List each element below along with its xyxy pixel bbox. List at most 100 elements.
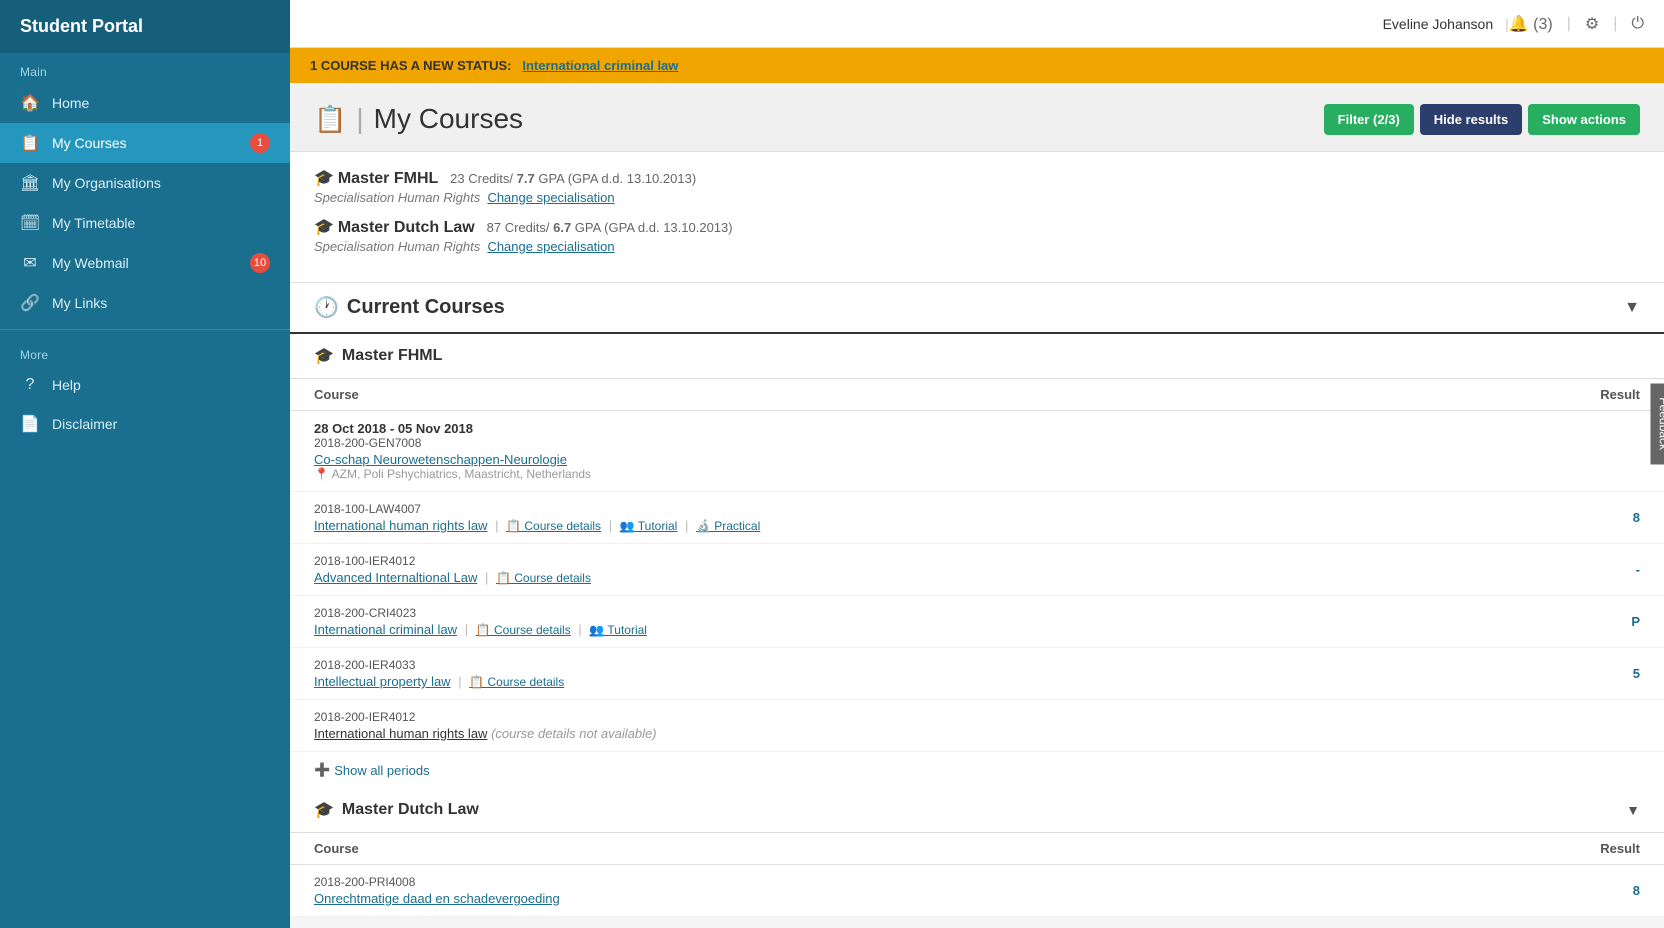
hide-results-button[interactable]: Hide results <box>1420 104 1522 135</box>
course-code: 2018-200-CRI4023 <box>314 606 1433 620</box>
more-section-label: More <box>0 336 290 366</box>
location-text: 📍 AZM, Poli Pshychiatrics, Maastricht, N… <box>314 467 1433 481</box>
course-col-header: Course <box>290 833 1348 865</box>
tutorial-link[interactable]: 👥 Tutorial <box>589 623 647 637</box>
result-cell: P <box>1457 596 1664 648</box>
app-title: Student Portal <box>0 0 290 53</box>
grad-icon-dutch: 🎓 <box>314 800 334 820</box>
course-details-link[interactable]: 📋 Course details <box>496 571 591 585</box>
sidebar-item-my-timetable[interactable]: 🗓 My Timetable <box>0 203 290 243</box>
sidebar-item-my-organisations[interactable]: 🏛 My Organisations <box>0 163 290 203</box>
result-col-header: Result <box>1457 379 1664 411</box>
webmail-badge: 10 <box>250 253 270 273</box>
sidebar-item-disclaimer[interactable]: 📄 Disclaimer <box>0 404 290 444</box>
not-available-note: (course details not available) <box>491 726 656 741</box>
course-cell: 2018-200-CRI4023 International criminal … <box>290 596 1457 648</box>
notification-link[interactable]: International criminal law <box>522 58 678 73</box>
topbar-actions: 🔔 (3) | ⚙ | ⏻ <box>1509 14 1644 34</box>
course-details-link[interactable]: 📋 Course details <box>476 623 571 637</box>
content-area: 📋 | My Courses Filter (2/3) Hide results… <box>290 83 1664 928</box>
master-dutch-law-name: Master Dutch Law <box>338 219 475 236</box>
dutch-change-specialisation[interactable]: Change specialisation <box>487 239 614 254</box>
tutorial-link[interactable]: 👥 Tutorial <box>620 519 678 533</box>
sidebar-item-label: My Webmail <box>52 255 250 271</box>
master-dutch-law-title: 🎓 Master Dutch Law <box>314 800 479 820</box>
page-title-text: My Courses <box>374 103 523 135</box>
current-courses-section-header: 🕐 Current Courses ▼ <box>290 283 1664 334</box>
result-cell <box>1457 700 1664 752</box>
table-row: 2018-200-IER4033 Intellectual property l… <box>290 648 1664 700</box>
plus-icon: ➕ <box>314 762 330 778</box>
toolbar-buttons: Filter (2/3) Hide results Show actions <box>1324 104 1640 135</box>
organisations-icon: 🏛 <box>20 173 40 193</box>
course-code: 2018-200-IER4033 <box>314 658 1433 672</box>
filter-button[interactable]: Filter (2/3) <box>1324 104 1414 135</box>
webmail-icon: ✉ <box>20 253 40 273</box>
sidebar-item-label: My Courses <box>52 135 250 151</box>
date-range: 28 Oct 2018 - 05 Nov 2018 <box>314 421 1433 436</box>
notification-prefix: 1 COURSE HAS A NEW STATUS: <box>310 58 512 73</box>
fhml-course-table: Course Result 28 Oct 2018 - 05 Nov 2018 … <box>290 379 1664 752</box>
graduation-icon-dutch: 🎓 <box>314 219 334 236</box>
master-dutch-law-header: 🎓 Master Dutch Law ▼ <box>290 788 1664 833</box>
sidebar-item-label: Disclaimer <box>52 416 270 432</box>
master-fmhl-name: Master FMHL <box>338 170 438 187</box>
sidebar-item-home[interactable]: 🏠 Home <box>0 83 290 123</box>
disclaimer-icon: 📄 <box>20 414 40 434</box>
topbar: Eveline Johanson | 🔔 (3) | ⚙ | ⏻ <box>290 0 1664 48</box>
settings-icon[interactable]: ⚙ <box>1585 14 1599 34</box>
location-icon: 📍 <box>314 467 329 481</box>
page-title-row: 📋 | My Courses Filter (2/3) Hide results… <box>314 103 1640 135</box>
graduation-icon-fmhl: 🎓 <box>314 170 334 187</box>
result-col-header: Result <box>1348 833 1664 865</box>
master-dutch-law-section: 🎓 Master Dutch Law ▼ Course Result 2018-… <box>290 788 1664 917</box>
fmhl-change-specialisation[interactable]: Change specialisation <box>487 190 614 205</box>
course-code: 2018-200-IER4012 <box>314 710 1433 724</box>
courses-icon: 📋 <box>20 133 40 153</box>
course-name-link[interactable]: International criminal law <box>314 622 457 637</box>
show-all-periods-link[interactable]: ➕ Show all periods <box>290 752 454 788</box>
course-details-link[interactable]: 📋 Course details <box>469 675 564 689</box>
power-icon[interactable]: ⏻ <box>1631 15 1644 33</box>
course-name-link[interactable]: International human rights law <box>314 518 487 533</box>
master-fmhl-meta: 23 Credits/ 7.7 GPA (GPA d.d. 13.10.2013… <box>450 171 696 186</box>
course-summary: 🎓 Master FMHL 23 Credits/ 7.7 GPA (GPA d… <box>290 152 1664 283</box>
sidebar-item-my-links[interactable]: 🔗 My Links <box>0 283 290 323</box>
course-details-link[interactable]: 📋 Course details <box>506 519 601 533</box>
grad-icon-fhml: 🎓 <box>314 346 334 366</box>
course-cell: 2018-100-LAW4007 International human rig… <box>290 492 1457 544</box>
show-actions-button[interactable]: Show actions <box>1528 104 1640 135</box>
course-name-link[interactable]: Onrechtmatige daad en schadevergoeding <box>314 891 560 906</box>
notification-banner: 1 COURSE HAS A NEW STATUS: International… <box>290 48 1664 83</box>
table-row: 2018-200-CRI4023 International criminal … <box>290 596 1664 648</box>
dutch-law-course-table: Course Result 2018-200-PRI4008 Onrechtma… <box>290 833 1664 917</box>
feedback-tab[interactable]: Feedback <box>1651 383 1664 464</box>
course-name-text: International human rights law <box>314 726 487 741</box>
page-title-icon: 📋 <box>314 104 346 135</box>
course-name-link[interactable]: Advanced Internaltional Law <box>314 570 477 585</box>
course-cell: 2018-200-IER4033 Intellectual property l… <box>290 648 1457 700</box>
main-section-label: Main <box>0 53 290 83</box>
result-cell: 5 <box>1457 648 1664 700</box>
result-cell: - <box>1457 544 1664 596</box>
course-name-link[interactable]: Co-schap Neurowetenschappen-Neurologie <box>314 452 567 467</box>
result-cell: 8 <box>1348 865 1664 917</box>
links-icon: 🔗 <box>20 293 40 313</box>
current-courses-chevron[interactable]: ▼ <box>1624 299 1640 317</box>
dutch-law-chevron[interactable]: ▼ <box>1626 802 1640 818</box>
sidebar-item-my-webmail[interactable]: ✉ My Webmail 10 <box>0 243 290 283</box>
practical-link[interactable]: 🔬 Practical <box>696 519 760 533</box>
course-cell: 2018-200-IER4012 International human rig… <box>290 700 1457 752</box>
course-code: 2018-200-PRI4008 <box>314 875 1324 889</box>
sidebar-divider <box>0 329 290 330</box>
course-name-link[interactable]: Intellectual property law <box>314 674 451 689</box>
sidebar-item-my-courses[interactable]: 📋 My Courses 1 <box>0 123 290 163</box>
course-code: 2018-100-LAW4007 <box>314 502 1433 516</box>
course-col-header: Course <box>290 379 1457 411</box>
master-fhml-header: 🎓 Master FHML <box>290 334 1664 379</box>
main-area: Eveline Johanson | 🔔 (3) | ⚙ | ⏻ 1 COURS… <box>290 0 1664 928</box>
sidebar-item-help[interactable]: ? Help <box>0 366 290 404</box>
result-cell <box>1457 411 1664 492</box>
notification-icon[interactable]: 🔔 (3) <box>1509 14 1553 34</box>
help-icon: ? <box>20 376 40 394</box>
